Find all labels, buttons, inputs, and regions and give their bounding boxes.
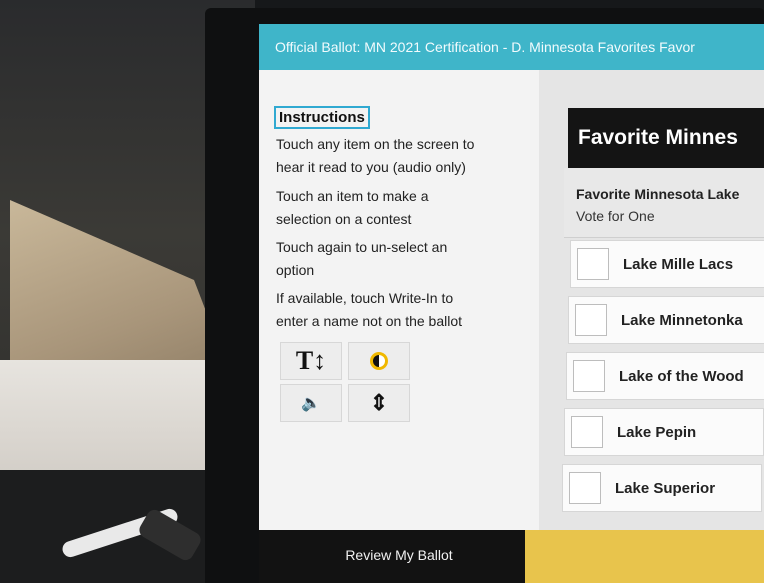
next-button[interactable] [525,530,764,583]
option-checkbox[interactable] [569,472,601,504]
vote-instruction: Vote for One [576,208,655,224]
candidate-option[interactable]: Lake Minnetonka [568,296,764,344]
scroll-button[interactable]: ⇕ [348,384,410,422]
candidate-option[interactable]: Lake Superior [562,464,762,512]
contest-title: Favorite Minnesota Lake [576,186,740,202]
option-checkbox[interactable] [575,304,607,336]
text-size-button[interactable]: T↕ [280,342,342,380]
instruction-line[interactable]: option [276,260,526,281]
ballot-footer: Review My Ballot [259,530,764,583]
ballot-screen: Official Ballot: MN 2021 Certification -… [259,24,764,583]
option-checkbox[interactable] [573,360,605,392]
instruction-line[interactable]: selection on a contest [276,209,526,230]
contrast-button[interactable] [348,342,410,380]
contest-info: Favorite Minnesota Lake Vote for One [564,168,764,238]
option-label: Lake Mille Lacs [623,255,734,273]
speaker-icon: 🔈 [301,395,321,412]
option-label: Lake Pepin [617,423,697,441]
candidate-option[interactable]: Lake Mille Lacs [570,240,764,288]
instruction-line[interactable]: hear it read to you (audio only) [276,157,526,178]
scroll-up-down-icon: ⇕ [369,390,389,415]
instructions-heading[interactable]: Instructions [274,106,370,129]
instruction-line[interactable]: If available, touch Write-In to [276,288,526,309]
text-size-icon: T↕ [295,346,327,375]
candidate-option[interactable]: Lake Pepin [564,408,764,456]
instruction-line[interactable]: enter a name not on the ballot [276,311,526,332]
option-label: Lake of the Wood [619,367,744,385]
instruction-line[interactable]: Touch an item to make a [276,186,526,207]
instruction-line[interactable]: Touch any item on the screen to [276,134,526,155]
option-label: Lake Minnetonka [621,311,743,329]
ballot-title-bar: Official Ballot: MN 2021 Certification -… [259,24,764,70]
option-checkbox[interactable] [577,248,609,280]
review-ballot-button[interactable]: Review My Ballot [319,540,479,570]
instruction-line[interactable]: Touch again to un-select an [276,237,526,258]
contest-header: Favorite Minnes [568,108,764,168]
option-label: Lake Superior [615,479,716,497]
audio-button[interactable]: 🔈 [280,384,342,422]
candidate-option[interactable]: Lake of the Wood [566,352,764,400]
contrast-icon [370,352,388,370]
option-checkbox[interactable] [571,416,603,448]
